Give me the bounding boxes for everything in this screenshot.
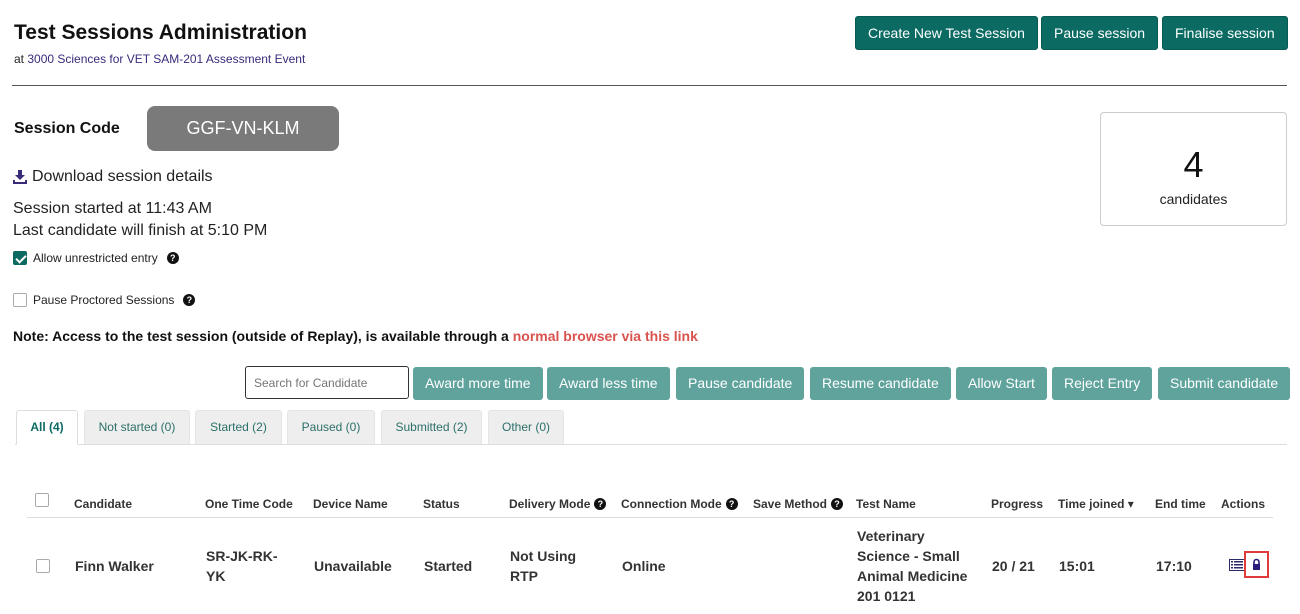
cell-test-name: Veterinary Science - Small Animal Medici…	[857, 526, 967, 606]
cell-delivery-mode: Not Using RTP	[510, 546, 576, 586]
pause-proctored-checkbox[interactable]	[13, 293, 27, 307]
lock-action-highlight[interactable]	[1244, 551, 1269, 578]
test-name-line: Animal Medicine	[857, 568, 968, 584]
tab-submitted[interactable]: Submitted (2)	[381, 410, 482, 444]
col-save-method[interactable]: Save Method ?	[753, 497, 844, 511]
row-select-checkbox[interactable]	[36, 559, 50, 573]
note-text: Note: Access to the test session (outsid…	[13, 328, 509, 344]
tab-not-started[interactable]: Not started (0)	[84, 410, 190, 444]
award-less-time-button[interactable]: Award less time	[547, 367, 670, 400]
cell-progress: 20 / 21	[992, 558, 1035, 574]
session-code-label: Session Code	[14, 120, 120, 137]
session-code-value: GGF-VN-KLM	[147, 106, 339, 151]
allow-unrestricted-checkbox[interactable]	[13, 251, 27, 265]
download-session-details[interactable]: Download session details	[13, 168, 213, 186]
question-icon[interactable]: ?	[166, 252, 179, 264]
pause-candidate-button[interactable]: Pause candidate	[676, 367, 805, 400]
test-name-line: Science - Small	[857, 548, 960, 564]
delivery-line: Not Using	[510, 548, 577, 564]
last-candidate-finish-text: Last candidate will finish at 5:10 PM	[13, 222, 268, 239]
save-method-label: Save Method	[753, 497, 828, 511]
delivery-mode-label: Delivery Mode	[509, 497, 591, 511]
col-test-name[interactable]: Test Name	[856, 497, 916, 511]
page-title: Test Sessions Administration	[14, 21, 307, 44]
finalise-session-button[interactable]: Finalise session	[1162, 16, 1288, 50]
subtitle-prefix: at	[14, 52, 25, 66]
delivery-line: RTP	[510, 568, 538, 584]
cell-one-time-code: SR-JK-RK- YK	[206, 546, 278, 586]
tab-started[interactable]: Started (2)	[195, 410, 282, 444]
test-name-line: Veterinary	[857, 528, 925, 544]
cell-device-name: Unavailable	[314, 558, 392, 574]
col-candidate[interactable]: Candidate	[74, 497, 132, 511]
access-note: Note: Access to the test session (outsid…	[13, 328, 698, 344]
tab-paused[interactable]: Paused (0)	[287, 410, 375, 444]
candidates-label: candidates	[1159, 191, 1228, 207]
lock-icon	[1253, 558, 1260, 570]
pause-proctored-label: Pause Proctored Sessions	[33, 293, 175, 307]
select-all-checkbox[interactable]	[35, 493, 49, 507]
resume-candidate-button[interactable]: Resume candidate	[810, 367, 951, 400]
submit-candidate-button[interactable]: Submit candidate	[1158, 367, 1291, 400]
allow-unrestricted-entry-row: Allow unrestricted entry ?	[13, 251, 179, 265]
test-name-line: 201 0121	[857, 588, 916, 604]
col-time-joined[interactable]: Time joined ▾	[1058, 497, 1134, 511]
cell-candidate: Finn Walker	[75, 558, 154, 574]
cell-end-time: 17:10	[1156, 558, 1192, 574]
details-list-icon[interactable]	[1229, 559, 1245, 571]
create-session-button[interactable]: Create New Test Session	[855, 16, 1038, 50]
question-icon[interactable]: ?	[831, 498, 844, 510]
tab-other[interactable]: Other (0)	[488, 410, 564, 444]
col-delivery-mode[interactable]: Delivery Mode ?	[509, 497, 607, 511]
col-end-time[interactable]: End time	[1155, 497, 1206, 511]
candidates-count-card: 4 candidates	[1100, 112, 1287, 226]
candidates-count: 4	[1183, 144, 1204, 185]
question-icon[interactable]: ?	[725, 498, 738, 510]
tabs-divider	[15, 444, 1287, 445]
allow-unrestricted-label: Allow unrestricted entry	[33, 251, 158, 265]
download-icon	[13, 170, 27, 184]
tab-all[interactable]: All (4)	[16, 410, 78, 445]
award-more-time-button[interactable]: Award more time	[413, 367, 543, 400]
normal-browser-link[interactable]: normal browser via this link	[513, 328, 698, 344]
connection-mode-label: Connection Mode	[621, 497, 722, 511]
session-started-text: Session started at 11:43 AM	[13, 200, 212, 217]
download-label: Download session details	[32, 168, 213, 185]
cell-status: Started	[424, 558, 473, 574]
pause-session-button[interactable]: Pause session	[1041, 16, 1159, 50]
cell-connection-mode: Online	[622, 558, 666, 574]
col-actions: Actions	[1221, 497, 1266, 511]
table-header-divider	[27, 517, 1273, 518]
col-progress[interactable]: Progress	[991, 497, 1043, 511]
reject-entry-button[interactable]: Reject Entry	[1052, 367, 1153, 400]
otc-line: SR-JK-RK-	[206, 548, 278, 564]
event-link[interactable]: 3000 Sciences for VET SAM-201 Assessment…	[27, 52, 305, 66]
col-status[interactable]: Status	[423, 497, 460, 511]
col-device-name[interactable]: Device Name	[313, 497, 388, 511]
otc-line: YK	[206, 568, 226, 584]
col-one-time-code[interactable]: One Time Code	[205, 497, 293, 511]
cell-time-joined: 15:01	[1059, 558, 1095, 574]
question-icon[interactable]: ?	[183, 294, 196, 306]
pause-proctored-row: Pause Proctored Sessions ?	[13, 293, 196, 307]
search-candidate-input[interactable]	[245, 366, 409, 399]
allow-start-button[interactable]: Allow Start	[956, 367, 1047, 400]
col-connection-mode[interactable]: Connection Mode ?	[621, 497, 738, 511]
page-subtitle: at 3000 Sciences for VET SAM-201 Assessm…	[14, 52, 305, 66]
header-divider	[12, 85, 1287, 86]
question-icon[interactable]: ?	[594, 498, 607, 510]
